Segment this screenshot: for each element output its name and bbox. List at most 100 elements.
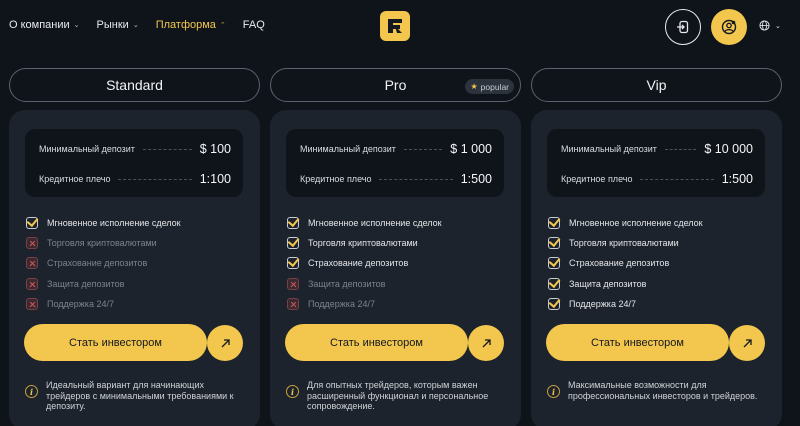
plan-title: Pro bbox=[384, 77, 407, 93]
check-icon bbox=[287, 257, 299, 270]
nav-item-platform[interactable]: Платформа ⌃ bbox=[156, 19, 226, 31]
feature-label: Защита депозитов bbox=[569, 278, 647, 289]
become-investor-button[interactable]: Стать инвестором bbox=[546, 324, 729, 361]
chevron-up-icon: ⌃ bbox=[219, 22, 226, 29]
plan-tab[interactable]: Standard bbox=[9, 68, 260, 102]
become-investor-button[interactable]: Стать инвестором bbox=[285, 324, 468, 361]
dotted-leader bbox=[118, 178, 192, 180]
feature-label: Страхование депозитов bbox=[569, 258, 670, 269]
dotted-leader bbox=[379, 178, 453, 180]
feature-label: Мгновенное исполнение сделок bbox=[308, 218, 442, 229]
note-text: Максимальные возможности для профессиона… bbox=[568, 380, 758, 401]
info-icon: i bbox=[286, 385, 299, 398]
stat-label: Минимальный депозит bbox=[300, 144, 396, 154]
check-icon bbox=[548, 297, 560, 310]
dotted-leader bbox=[142, 148, 192, 150]
nav-item-label: Рынки bbox=[96, 19, 129, 31]
feature-label: Торговля криптовалютами bbox=[569, 238, 679, 249]
cross-icon bbox=[287, 297, 299, 310]
nav-item-company[interactable]: О компании ⌄ bbox=[9, 19, 80, 31]
stat-label: Кредитное плечо bbox=[39, 174, 111, 184]
feature-item: Защита депозитов bbox=[287, 274, 442, 294]
feature-list: Мгновенное исполнение сделок Торговля кр… bbox=[548, 213, 703, 314]
dotted-leader bbox=[664, 148, 697, 150]
plan-card: Минимальный депозит $ 100 Кредитное плеч… bbox=[9, 110, 260, 426]
cross-icon bbox=[287, 277, 299, 290]
arrow-button[interactable] bbox=[207, 325, 243, 361]
stat-label: Кредитное плечо bbox=[300, 174, 372, 184]
chevron-down-icon: ⌄ bbox=[132, 22, 139, 29]
feature-label: Защита депозитов bbox=[308, 278, 386, 289]
nav-item-faq[interactable]: FAQ bbox=[243, 19, 265, 31]
feature-list: Мгновенное исполнение сделок Торговля кр… bbox=[26, 213, 181, 314]
become-investor-button[interactable]: Стать инвестором bbox=[24, 324, 207, 361]
feature-item: Поддержка 24/7 bbox=[26, 294, 181, 314]
badge-label: popular bbox=[480, 81, 509, 92]
button-label: Стать инвестором bbox=[69, 336, 162, 349]
plan-stats: Минимальный депозит $ 1 000 Кредитное пл… bbox=[286, 129, 504, 197]
plan-standard: Standard Минимальный депозит $ 100 Креди… bbox=[9, 68, 260, 426]
stat-min-deposit: Минимальный депозит $ 100 bbox=[39, 142, 231, 156]
login-icon bbox=[677, 20, 689, 34]
feature-item: Мгновенное исполнение сделок bbox=[548, 213, 703, 233]
feature-label: Поддержка 24/7 bbox=[308, 298, 375, 309]
plan-note: i Максимальные возможности для профессио… bbox=[547, 380, 767, 401]
plan-pro: Pro ★ popular Минимальный депозит $ 1 00… bbox=[270, 68, 521, 426]
plan-card: Минимальный депозит $ 10 000 Кредитное п… bbox=[531, 110, 782, 426]
plan-note: i Для опытных трейдеров, которым важен р… bbox=[286, 380, 506, 412]
feature-item: Торговля криптовалютами bbox=[287, 233, 442, 253]
stat-value: 1:500 bbox=[460, 172, 492, 186]
stat-min-deposit: Минимальный депозит $ 1 000 bbox=[300, 142, 492, 156]
dotted-leader bbox=[640, 178, 714, 180]
stat-label: Кредитное плечо bbox=[561, 174, 633, 184]
arrow-button[interactable] bbox=[468, 325, 504, 361]
dotted-leader bbox=[403, 148, 443, 150]
feature-label: Мгновенное исполнение сделок bbox=[569, 218, 703, 229]
stat-value: $ 1 000 bbox=[450, 142, 492, 156]
popular-badge: ★ popular bbox=[465, 79, 514, 94]
profile-button[interactable] bbox=[711, 9, 747, 45]
feature-item: Страхование депозитов bbox=[548, 253, 703, 273]
feature-label: Защита депозитов bbox=[47, 278, 125, 289]
button-label: Стать инвестором bbox=[591, 336, 684, 349]
info-icon: i bbox=[547, 385, 560, 398]
chevron-down-icon: ⌄ bbox=[775, 22, 781, 30]
feature-label: Страхование депозитов bbox=[47, 258, 148, 269]
brand-logo-icon[interactable] bbox=[380, 11, 410, 41]
nav-item-label: FAQ bbox=[242, 19, 265, 31]
feature-label: Мгновенное исполнение сделок bbox=[47, 218, 181, 229]
cross-icon bbox=[26, 237, 38, 250]
stat-label: Минимальный депозит bbox=[561, 144, 657, 154]
star-icon: ★ bbox=[470, 82, 478, 91]
stat-value: $ 10 000 bbox=[704, 142, 753, 156]
stat-leverage: Кредитное плечо 1:100 bbox=[39, 172, 231, 186]
login-button[interactable] bbox=[665, 9, 701, 45]
note-text: Идеальный вариант для начинающих трейдер… bbox=[46, 380, 234, 411]
plan-title: Standard bbox=[106, 77, 163, 93]
info-icon: i bbox=[25, 385, 38, 398]
nav-item-markets[interactable]: Рынки ⌄ bbox=[97, 19, 139, 31]
plan-tab[interactable]: Vip bbox=[531, 68, 782, 102]
check-icon bbox=[548, 217, 560, 230]
check-icon bbox=[548, 277, 560, 290]
arrow-button[interactable] bbox=[729, 325, 765, 361]
cross-icon bbox=[26, 277, 38, 290]
feature-item: Торговля криптовалютами bbox=[26, 233, 181, 253]
stat-leverage: Кредитное плечо 1:500 bbox=[300, 172, 492, 186]
feature-label: Поддержка 24/7 bbox=[47, 298, 114, 309]
check-icon bbox=[548, 257, 560, 270]
chevron-down-icon: ⌄ bbox=[73, 22, 80, 29]
feature-item: Мгновенное исполнение сделок bbox=[26, 213, 181, 233]
nav-item-label: О компании bbox=[9, 19, 70, 31]
language-selector[interactable]: ⌄ bbox=[759, 20, 781, 31]
feature-item: Защита депозитов bbox=[548, 274, 703, 294]
feature-label: Страхование депозитов bbox=[308, 258, 409, 269]
plan-tab[interactable]: Pro ★ popular bbox=[270, 68, 521, 102]
stat-value: $ 100 bbox=[199, 142, 231, 156]
check-icon bbox=[287, 237, 299, 250]
cross-icon bbox=[26, 257, 38, 270]
plan-card: Минимальный депозит $ 1 000 Кредитное пл… bbox=[270, 110, 521, 426]
plan-stats: Минимальный депозит $ 10 000 Кредитное п… bbox=[547, 129, 765, 197]
site-header: О компании ⌄ Рынки ⌄ Платформа ⌃ FAQ ⌄ bbox=[0, 0, 800, 56]
check-icon bbox=[548, 237, 560, 250]
